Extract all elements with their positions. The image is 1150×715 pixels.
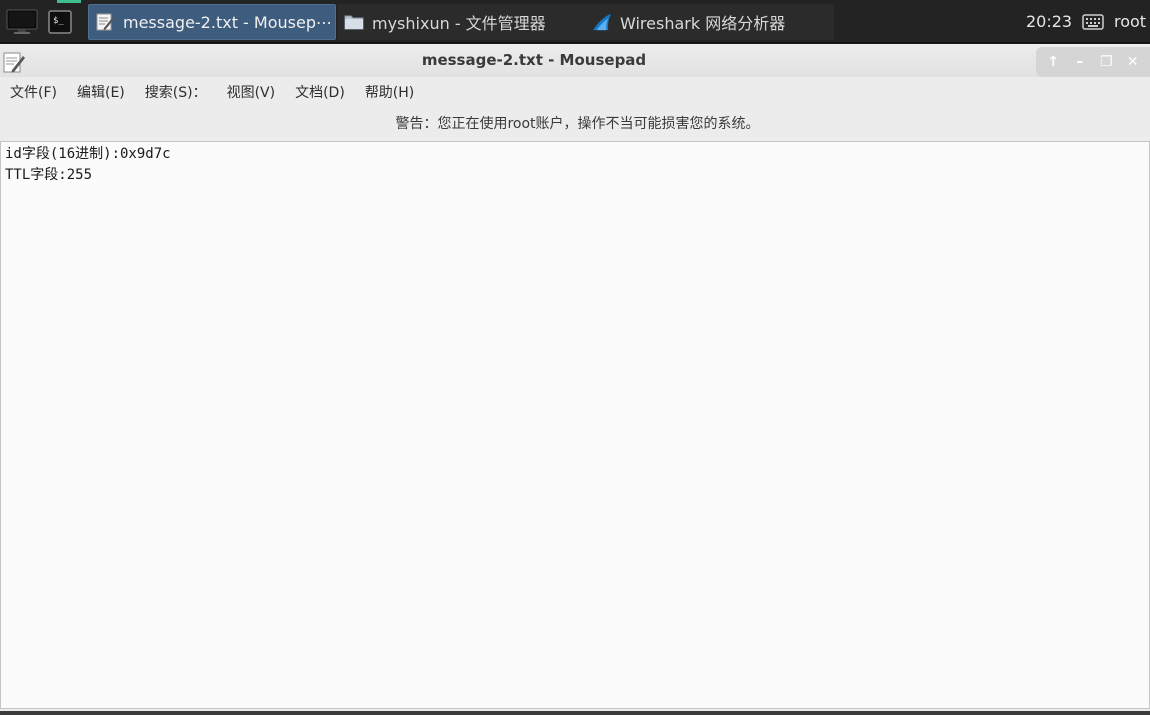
root-warning-bar: 警告：您正在使用root账户，操作不当可能损害您的系统。 <box>395 116 760 132</box>
keyboard-layout-icon[interactable] <box>1082 13 1104 31</box>
menu-edit[interactable]: 编辑(E) <box>67 82 135 102</box>
taskbar-task-wireshark[interactable]: Wireshark 网络分析器 <box>586 4 834 40</box>
svg-text:$_: $_ <box>53 16 64 26</box>
menu-help[interactable]: 帮助(H) <box>355 82 424 102</box>
menu-search[interactable]: 搜索(S)： <box>135 82 217 102</box>
text-editor-area[interactable]: id字段(16进制):0x9d7c TTL字段:255 <box>0 141 1150 709</box>
menu-bar: 文件(F) 编辑(E) 搜索(S)： 视图(V) 文档(D) 帮助(H) <box>0 79 1150 105</box>
text-editor-icon <box>95 12 115 32</box>
monitor-icon <box>6 9 38 34</box>
terminal-icon: $_ <box>48 10 72 34</box>
task-label: Wireshark 网络分析器 <box>620 14 786 33</box>
keep-above-button[interactable]: ↑ <box>1043 52 1063 72</box>
task-label: myshixun - 文件管理器 <box>372 14 546 33</box>
minimize-button[interactable]: – <box>1070 52 1090 72</box>
task-label: message-2.txt - Mousep⋯ <box>123 12 332 32</box>
title-bar[interactable]: message-2.txt - Mousepad ↑ – ❐ ✕ <box>0 44 1150 77</box>
folder-icon <box>344 12 364 32</box>
mousepad-window: message-2.txt - Mousepad ↑ – ❐ ✕ 文件(F) 编… <box>0 44 1150 711</box>
menu-file[interactable]: 文件(F) <box>0 82 67 102</box>
menu-document[interactable]: 文档(D) <box>285 82 355 102</box>
launcher-active-indicator <box>57 0 81 3</box>
maximize-button[interactable]: ❐ <box>1096 52 1116 72</box>
menu-view[interactable]: 视图(V) <box>217 82 286 102</box>
terminal-launcher-button[interactable]: $_ <box>44 4 76 40</box>
editor-line[interactable]: TTL字段:255 <box>5 165 1145 186</box>
window-title: message-2.txt - Mousepad <box>421 51 647 69</box>
user-menu[interactable]: root <box>1114 12 1146 31</box>
editor-line[interactable]: id字段(16进制):0x9d7c <box>5 144 1145 165</box>
window-controls: ↑ – ❐ ✕ <box>1036 47 1150 77</box>
taskbar: $_ message-2.txt - Mousep⋯ myshixun - 文件… <box>0 0 1150 43</box>
show-desktop-button[interactable] <box>4 4 40 40</box>
wireshark-fin-icon <box>592 12 612 32</box>
clock[interactable]: 20:23 <box>1026 12 1072 31</box>
taskbar-task-file-manager[interactable]: myshixun - 文件管理器 <box>338 4 586 40</box>
desktop-bottom-edge <box>0 711 1150 715</box>
taskbar-task-mousepad[interactable]: message-2.txt - Mousep⋯ <box>88 4 336 40</box>
close-button[interactable]: ✕ <box>1123 52 1143 72</box>
